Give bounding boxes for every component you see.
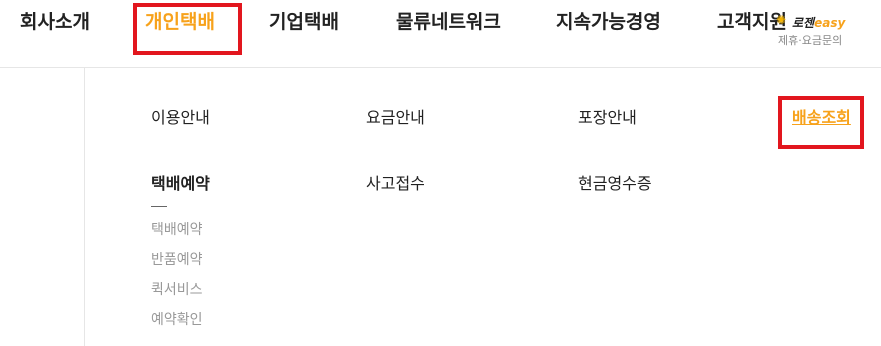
logen-easy-logo[interactable]: ✺ 로젠easy 제휴·요금문의 bbox=[776, 14, 881, 54]
menu-packing-guide[interactable]: 포장안내 bbox=[578, 107, 637, 129]
menu-rate-guide[interactable]: 요금안내 bbox=[366, 107, 425, 129]
menu-delivery-tracking[interactable]: 배송조회 bbox=[792, 107, 851, 129]
submenu-quick-service[interactable]: 퀵서비스 bbox=[151, 280, 203, 300]
menu-parcel-reservation[interactable]: 택배예약 bbox=[151, 173, 210, 195]
nav-logistics-network[interactable]: 물류네트워크 bbox=[396, 6, 501, 38]
nav-company-intro[interactable]: 회사소개 bbox=[20, 6, 90, 38]
header-divider bbox=[0, 67, 881, 68]
menu-cash-receipt[interactable]: 현금영수증 bbox=[578, 173, 652, 195]
nav-business-parcel[interactable]: 기업택배 bbox=[269, 6, 339, 38]
top-navigation: 회사소개 개인택배 기업택배 물류네트워크 지속가능경영 고객지원 bbox=[0, 0, 881, 66]
logo-brand: 로젠easy bbox=[792, 16, 846, 30]
menu-left-border bbox=[84, 68, 85, 346]
sun-icon: ✺ bbox=[776, 13, 787, 27]
submenu-return-reservation[interactable]: 반품예약 bbox=[151, 250, 203, 270]
menu-accident-report[interactable]: 사고접수 bbox=[366, 173, 425, 195]
nav-personal-parcel[interactable]: 개인택배 bbox=[145, 6, 215, 38]
submenu-dash bbox=[151, 206, 167, 207]
menu-usage-guide[interactable]: 이용안내 bbox=[151, 107, 210, 129]
logo-subtitle: 제휴·요금문의 bbox=[778, 34, 843, 47]
submenu-parcel-reservation[interactable]: 택배예약 bbox=[151, 220, 203, 240]
submenu-reservation-check[interactable]: 예약확인 bbox=[151, 310, 203, 330]
nav-sustainability[interactable]: 지속가능경영 bbox=[556, 6, 661, 38]
